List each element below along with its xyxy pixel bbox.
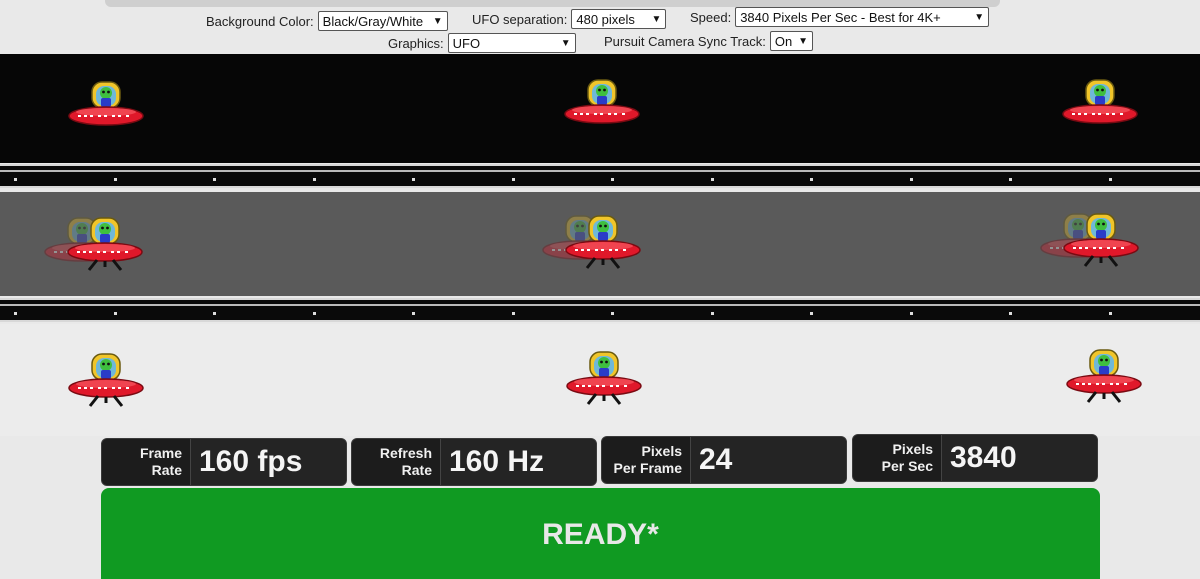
ufo-alien-icon [565,215,641,270]
track-tick [213,178,216,181]
graphics-control: Graphics: UFO ▼ [388,33,576,53]
track-tick [910,312,913,315]
track-tick [213,312,216,315]
ufo-alien-icon [68,353,144,408]
track-tick [611,178,614,181]
speed-label: Speed: [690,9,732,25]
frame-rate-panel: Frame Rate 160 fps [101,438,347,486]
pursuit-camera-value: On [774,33,793,49]
background-color-value: Black/Gray/White [322,13,424,29]
ufo-separation-label: UFO separation: [472,11,568,27]
graphics-select[interactable]: UFO ▼ [447,33,576,53]
speed-value: 3840 Pixels Per Sec - Best for 4K+ [740,9,941,25]
speed-select[interactable]: 3840 Pixels Per Sec - Best for 4K+ ▼ [735,7,990,27]
ufo-separation-select[interactable]: 480 pixels ▼ [571,9,667,29]
track-tick [114,178,117,181]
track-tick [512,312,515,315]
chevron-down-icon: ▼ [432,15,443,27]
track-tick [1009,312,1012,315]
speed-control: Speed: 3840 Pixels Per Sec - Best for 4K… [690,7,990,27]
refresh-rate-label-2: Rate [401,462,432,478]
track-tick [1009,178,1012,181]
track-tick [114,312,117,315]
graphics-value: UFO [452,35,481,51]
pixels-per-frame-panel: Pixels Per Frame 24 [601,436,847,484]
track-tick [810,178,813,181]
graphics-label: Graphics: [388,35,444,51]
pixels-per-sec-label-2: Per Sec [881,458,933,474]
pixels-per-frame-value: 24 [690,437,846,483]
pixels-per-sec-value: 3840 [941,435,1097,481]
chevron-down-icon: ▼ [974,11,985,23]
chevron-down-icon: ▼ [560,37,571,49]
ufo-separation-control: UFO separation: 480 pixels ▼ [472,9,667,29]
refresh-rate-value: 160 Hz [440,439,596,485]
chevron-down-icon: ▼ [798,35,809,47]
track-tick [1109,178,1112,181]
track-tick [412,312,415,315]
frame-rate-value: 160 fps [190,439,346,485]
track-tick [14,312,17,315]
background-color-control: Background Color: Black/Gray/White ▼ [206,11,448,31]
ufo-alien-icon [1066,349,1142,404]
track-tick [910,178,913,181]
frame-rate-label-2: Rate [151,462,182,478]
pixels-per-sec-label-1: Pixels [892,441,933,457]
track-tick [810,312,813,315]
pursuit-camera-control: Pursuit Camera Sync Track: On ▼ [604,31,813,51]
pixels-per-frame-label-2: Per Frame [613,460,682,476]
pixels-per-sec-panel: Pixels Per Sec 3840 [852,434,1098,482]
track-tick [611,312,614,315]
track-tick [313,178,316,181]
pursuit-camera-select[interactable]: On ▼ [769,31,813,51]
track-tick [711,312,714,315]
chevron-down-icon: ▼ [651,13,662,25]
ready-status-banner: READY* [101,488,1100,579]
refresh-rate-panel: Refresh Rate 160 Hz [351,438,597,486]
ufo-alien-icon [68,81,144,126]
ufo-alien-icon [1062,79,1138,124]
ufo-separation-value: 480 pixels [576,11,635,27]
track-tick [1109,312,1112,315]
track-tick [512,178,515,181]
frame-rate-label-1: Frame [139,445,182,461]
ufo-alien-icon [564,79,640,124]
track-tick [313,312,316,315]
ufo-alien-icon [566,351,642,406]
pursuit-camera-label: Pursuit Camera Sync Track: [604,33,766,49]
sync-track-bottom [0,298,1200,322]
controls-bar: Background Color: Black/Gray/White ▼ UFO… [0,0,1200,54]
track-tick [14,178,17,181]
ufo-alien-icon [1063,213,1139,268]
pixels-per-frame-label-1: Pixels [641,443,682,459]
background-color-label: Background Color: [206,13,314,29]
track-tick [412,178,415,181]
sync-track-top [0,164,1200,188]
ufo-alien-icon [67,217,143,272]
background-color-select[interactable]: Black/Gray/White ▼ [317,11,448,31]
track-tick [711,178,714,181]
refresh-rate-label-1: Refresh [379,445,432,461]
